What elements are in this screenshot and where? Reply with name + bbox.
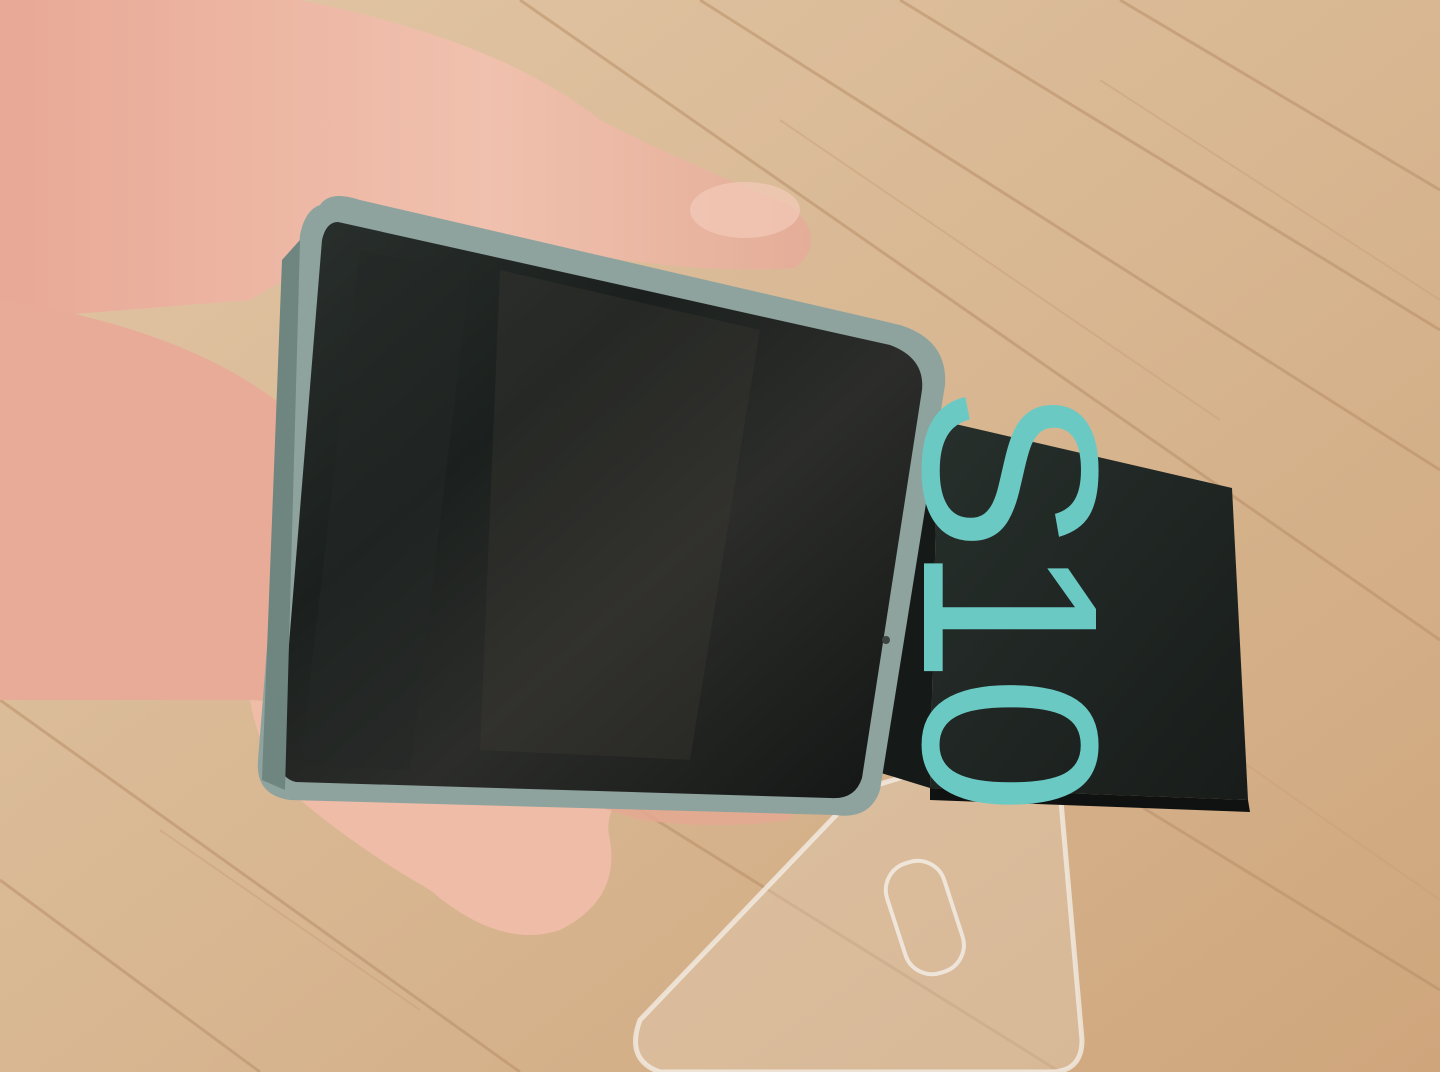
photo-scene xyxy=(0,0,1440,1072)
